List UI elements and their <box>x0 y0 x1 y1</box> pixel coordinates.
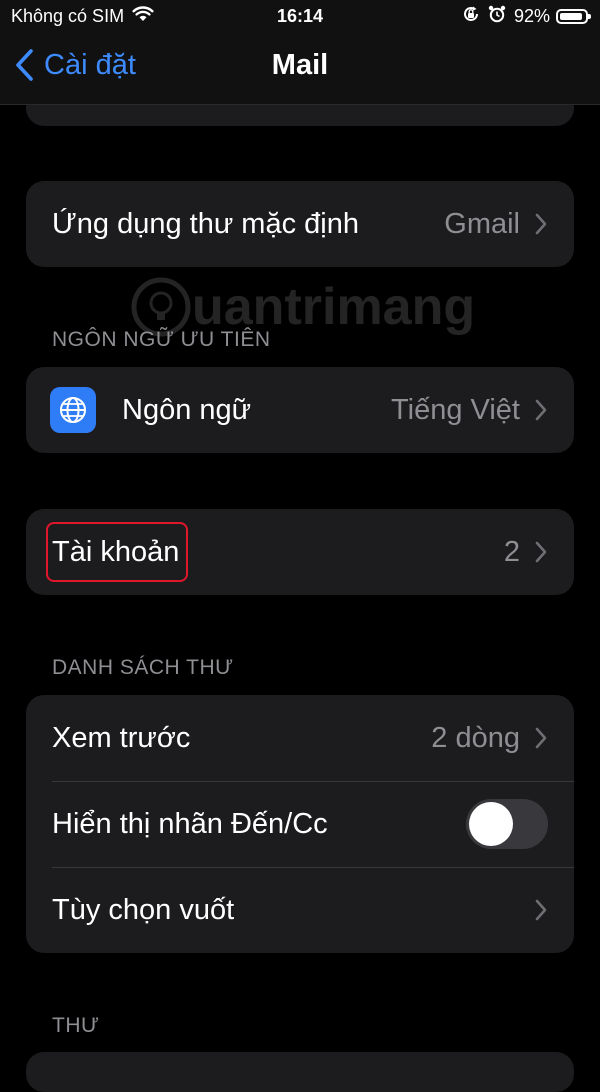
show-to-cc-row: Hiển thị nhãn Đến/Cc <box>26 781 574 867</box>
battery-level-fill <box>560 13 582 20</box>
page-title: Mail <box>271 49 329 81</box>
preferred-language-header: NGÔN NGỮ ƯU TIÊN <box>52 328 271 351</box>
navigation-bar: Cài đặt Mail <box>0 34 600 105</box>
status-bar: Không có SIM 16:14 92% <box>0 0 600 34</box>
preview-row[interactable]: Xem trước 2 dòng <box>26 695 574 781</box>
language-value: Tiếng Việt <box>391 393 520 426</box>
default-app-group: Ứng dụng thư mặc định Gmail <box>26 181 574 267</box>
orientation-lock-icon <box>462 5 480 28</box>
preview-value: 2 dòng <box>431 721 520 754</box>
swipe-options-label: Tùy chọn vuốt <box>52 893 235 926</box>
toggle-knob <box>469 802 513 846</box>
swipe-options-row[interactable]: Tùy chọn vuốt <box>26 867 574 953</box>
chevron-right-icon <box>535 541 547 563</box>
chevron-right-icon <box>535 213 547 235</box>
default-mail-app-row[interactable]: Ứng dụng thư mặc định Gmail <box>26 181 574 267</box>
alarm-icon <box>488 5 506 28</box>
show-to-cc-label: Hiển thị nhãn Đến/Cc <box>52 807 328 840</box>
globe-icon <box>50 387 96 433</box>
chevron-right-icon <box>535 899 547 921</box>
battery-percent: 92% <box>513 6 550 26</box>
message-list-header: DANH SÁCH THƯ <box>52 656 234 679</box>
messages-group <box>26 1052 574 1092</box>
message-list-group: Xem trước 2 dòng Hiển thị nhãn Đến/Cc Tù… <box>26 695 574 953</box>
language-label: Ngôn ngữ <box>122 393 252 426</box>
accounts-label: Tài khoản <box>52 535 180 568</box>
language-row[interactable]: Ngôn ngữ Tiếng Việt <box>26 367 574 453</box>
language-group: Ngôn ngữ Tiếng Việt <box>26 367 574 453</box>
accounts-row[interactable]: Tài khoản 2 <box>26 509 574 595</box>
default-mail-app-value: Gmail <box>444 207 520 240</box>
preview-label: Xem trước <box>52 721 191 754</box>
status-right: 92% <box>462 5 591 28</box>
show-to-cc-toggle[interactable] <box>466 799 548 849</box>
messages-header: THƯ <box>52 1014 100 1037</box>
accounts-count: 2 <box>503 535 520 568</box>
chevron-right-icon <box>535 727 547 749</box>
default-mail-app-label: Ứng dụng thư mặc định <box>52 207 359 240</box>
battery-icon <box>556 9 591 24</box>
accounts-group: Tài khoản 2 <box>26 509 574 595</box>
chevron-right-icon <box>535 399 547 421</box>
